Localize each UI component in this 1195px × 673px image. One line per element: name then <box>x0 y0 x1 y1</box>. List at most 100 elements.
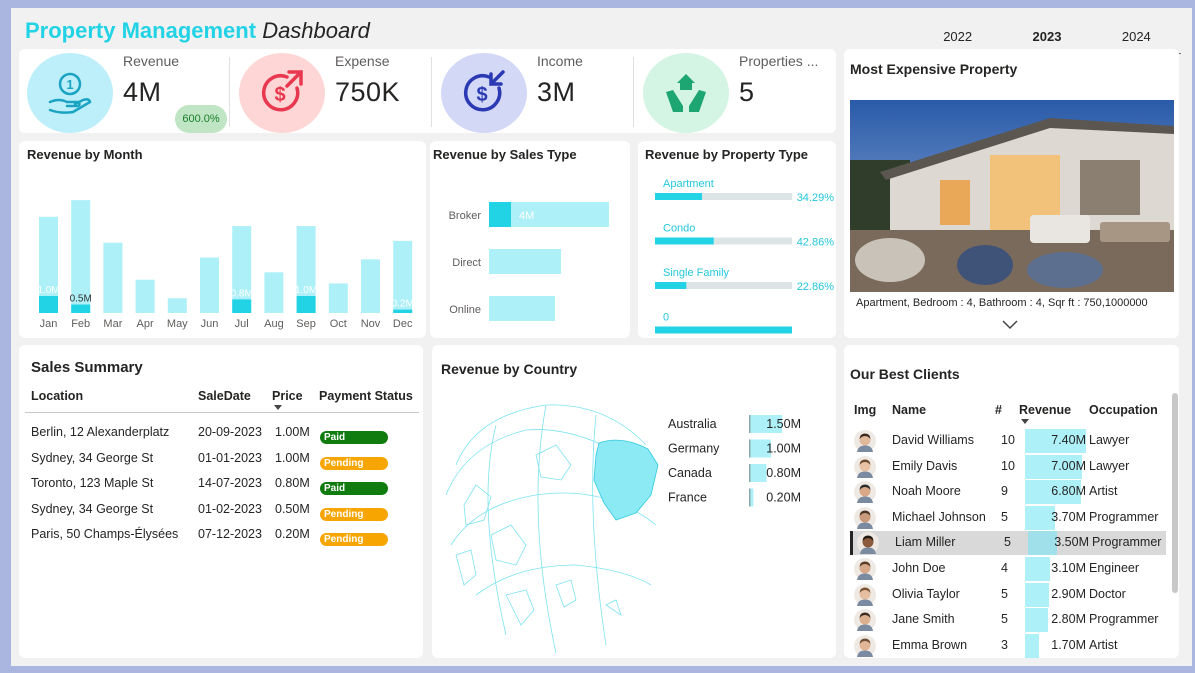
table-row[interactable]: Liam Miller 5 3.50M Programmer <box>850 531 1166 556</box>
cell-price: 1.00M <box>275 450 310 465</box>
month-tick-label: Jun <box>201 318 219 330</box>
month-bar-value[interactable] <box>232 299 252 313</box>
cell-occupation: Programmer <box>1089 612 1159 627</box>
cell-revenue: 2.80M <box>1051 612 1086 627</box>
month-tick-label: Jul <box>235 318 249 330</box>
sales-summary-table: Location SaleDate Price Payment Status B… <box>19 345 423 658</box>
table-row[interactable]: Michael Johnson 5 3.70M Programmer <box>850 505 1166 530</box>
property-type-pct: 22.86% <box>797 281 835 293</box>
cell-count: 10 <box>1001 433 1015 447</box>
cell-occupation: Doctor <box>1089 586 1126 601</box>
country-data-label: 1.50M <box>766 417 801 431</box>
property-type-bar[interactable] <box>655 193 702 200</box>
month-bar-value[interactable] <box>39 296 58 313</box>
cell-count: 5 <box>1001 509 1008 524</box>
status-badge: Paid <box>320 431 388 444</box>
best-clients-table: Img Name # Revenue Occupation David Will… <box>844 345 1179 658</box>
property-type-bar[interactable] <box>655 282 687 289</box>
month-bar-total[interactable] <box>264 272 284 313</box>
cell-name: Liam Miller <box>895 535 956 550</box>
cell-price: 0.80M <box>275 476 310 490</box>
col-revenue[interactable]: Revenue <box>1019 403 1071 417</box>
table-row[interactable]: Emily Davis 10 7.00M Lawyer <box>850 454 1166 479</box>
table-row[interactable]: John Doe 4 3.10M Engineer <box>850 557 1166 581</box>
month-bar-total[interactable] <box>167 298 187 313</box>
cell-location: Berlin, 12 Alexanderplatz <box>31 425 170 439</box>
col-payment-status[interactable]: Payment Status <box>319 389 413 403</box>
table-row[interactable]: Noah Moore 9 6.80M Artist <box>850 480 1166 505</box>
sales-summary-card: Sales Summary Location SaleDate Price Pa… <box>19 345 423 658</box>
cell-revenue: 6.80M <box>1051 484 1086 499</box>
table-row[interactable]: David Williams 10 7.40M Lawyer <box>850 429 1166 453</box>
country-label: France <box>668 491 707 505</box>
revenue-by-sales-type-card: Revenue by Sales Type Broker 4M Direct Onli… <box>430 141 630 338</box>
month-bar-total[interactable] <box>328 283 348 313</box>
month-tick-label: May <box>167 318 188 330</box>
country-label: Australia <box>668 417 717 431</box>
cell-name: Emily Davis <box>892 458 958 473</box>
avatar <box>854 609 876 632</box>
col-saledate[interactable]: SaleDate <box>198 389 251 403</box>
kpi-income-value: 3M <box>537 77 576 107</box>
cell-count: 4 <box>1001 561 1008 575</box>
cell-price: 0.20M <box>275 527 310 541</box>
revenue-by-month-card: Revenue by Month 1.0M Jan 0.5M Feb Mar Apr May… <box>19 141 426 338</box>
cell-count: 5 <box>1001 612 1008 627</box>
clients-scrollbar[interactable] <box>1172 393 1178 593</box>
month-tick-label: Mar <box>103 318 122 330</box>
cell-revenue: 7.40M <box>1051 433 1086 447</box>
kpi-revenue-label: Revenue <box>123 53 180 69</box>
property-type-bar[interactable] <box>655 237 714 245</box>
month-tick-label: Jan <box>40 318 58 330</box>
cell-date: 01-01-2023 <box>198 450 262 465</box>
col-img[interactable]: Img <box>854 403 876 417</box>
cell-location: Paris, 50 Champs-Élysées <box>31 527 179 541</box>
svg-text:$: $ <box>476 84 487 106</box>
month-bar-value[interactable] <box>71 304 91 314</box>
svg-text:$: $ <box>274 84 285 106</box>
table-row[interactable]: Emma Brown 3 1.70M Artist <box>850 633 1166 658</box>
country-data-label: 1.00M <box>766 442 801 456</box>
cell-date: 01-02-2023 <box>198 501 262 516</box>
sales-type-bar[interactable] <box>489 296 555 321</box>
table-row[interactable]: Jane Smith 5 2.80M Programmer <box>850 608 1166 633</box>
month-bar-total[interactable] <box>200 257 219 314</box>
table-row[interactable]: Paris, 50 Champs-Élysées 07-12-2023 0.20M P… <box>19 527 423 549</box>
revenue-by-country-title: Revenue by Country <box>441 361 578 377</box>
month-bar-total[interactable] <box>135 279 155 313</box>
table-row[interactable]: Olivia Taylor 5 2.90M Doctor <box>850 582 1166 607</box>
avatar <box>854 481 876 504</box>
property-photo <box>850 100 1174 292</box>
country-bar-axis <box>749 464 751 482</box>
table-row[interactable]: Sydney, 34 George St 01-02-2023 0.50M Pendi… <box>19 502 423 524</box>
cell-revenue: 1.70M <box>1051 637 1086 652</box>
country-bar[interactable] <box>749 464 767 482</box>
kpi-properties: Properties ... 5 <box>635 49 835 133</box>
month-data-label: 1.0M <box>37 285 59 296</box>
cell-occupation: Artist <box>1089 637 1118 652</box>
kpi-properties-label: Properties ... <box>739 53 819 69</box>
col-price[interactable]: Price <box>272 389 303 403</box>
chevron-down-icon[interactable] <box>1002 320 1018 330</box>
most-expensive-title: Most Expensive Property <box>850 61 1018 77</box>
sales-type-bar[interactable] <box>489 249 561 274</box>
col-location[interactable]: Location <box>31 389 83 403</box>
month-bar-total[interactable] <box>103 242 123 313</box>
table-row[interactable]: Sydney, 34 George St 01-01-2023 1.00M Pendi… <box>19 451 423 473</box>
month-bar-total[interactable] <box>361 259 380 313</box>
cell-occupation: Lawyer <box>1089 433 1130 447</box>
cell-count: 5 <box>1004 535 1011 550</box>
kpi-revenue-icon-bg: 1 <box>27 53 113 133</box>
avatar <box>854 558 876 580</box>
col-name[interactable]: Name <box>892 403 926 417</box>
col-occupation[interactable]: Occupation <box>1089 403 1158 417</box>
cell-date: 14-07-2023 <box>198 476 262 490</box>
month-bar-value[interactable] <box>296 296 316 313</box>
kpi-strip: 1 Revenue 4M 600.0% $ Expense 750K $ Inc… <box>19 49 836 133</box>
property-type-bar[interactable] <box>655 326 792 334</box>
month-bar-value[interactable] <box>393 309 413 313</box>
col-count[interactable]: # <box>995 403 1002 417</box>
table-row[interactable]: Berlin, 12 Alexanderplatz 20-09-2023 1.00M… <box>19 425 423 447</box>
avatar <box>854 455 876 478</box>
table-row[interactable]: Toronto, 123 Maple St 14-07-2023 0.80M Paid <box>19 476 423 498</box>
